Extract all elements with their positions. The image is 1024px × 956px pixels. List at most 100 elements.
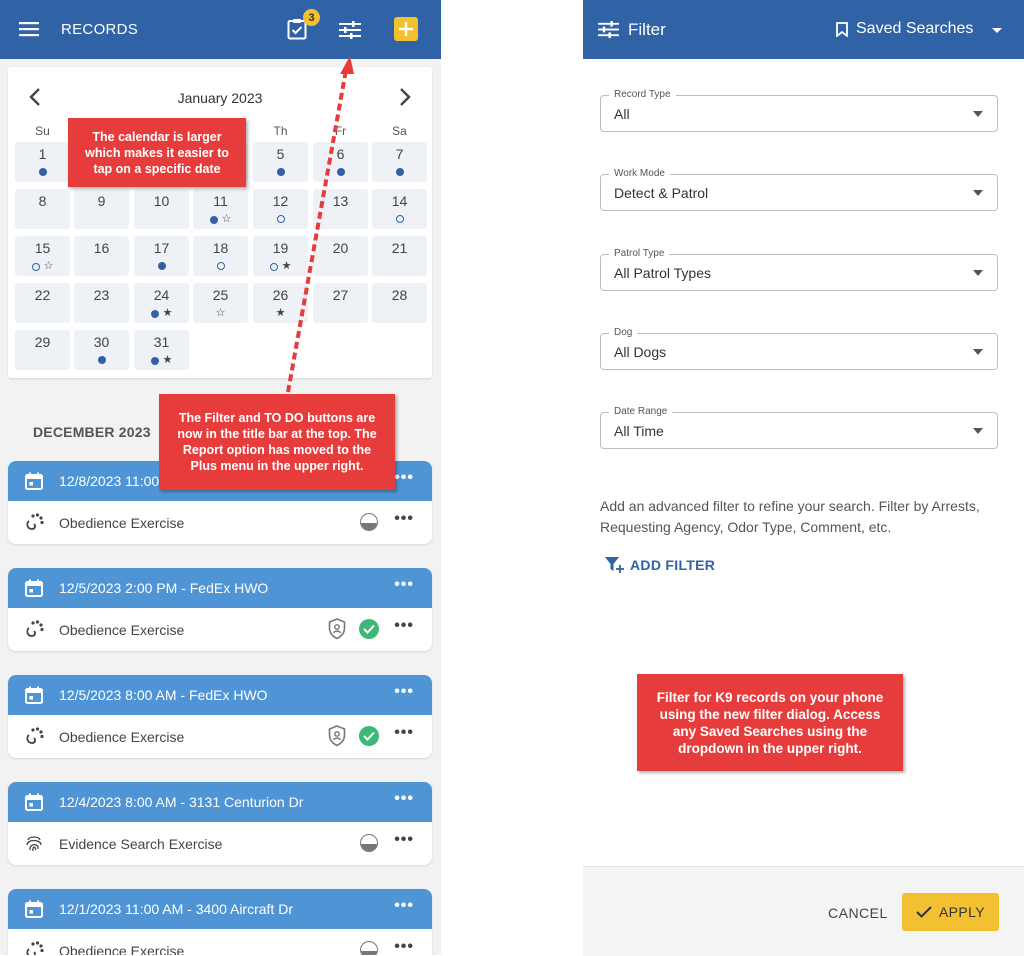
calendar-day[interactable]: 9 — [74, 189, 129, 229]
day-markers — [74, 355, 129, 366]
more-options-icon[interactable]: ••• — [394, 510, 414, 528]
paw-icon — [24, 619, 46, 644]
record-title: 12/1/2023 11:00 AM - 3400 Aircraft Dr — [59, 901, 293, 917]
record-dot-icon — [150, 356, 159, 365]
day-number: 21 — [391, 240, 408, 256]
record-card[interactable]: 12/4/2023 8:00 AM - 3131 Centurion Dr •••… — [8, 782, 432, 865]
caret-down-icon — [973, 190, 983, 196]
record-title: 12/8/2023 11:00 — [59, 473, 160, 489]
calendar-icon — [25, 686, 43, 709]
calendar-day[interactable]: 23 — [74, 283, 129, 323]
calendar-day[interactable]: 1 — [15, 142, 70, 182]
filter-select[interactable]: Patrol Type All Patrol Types — [600, 248, 998, 291]
day-markers — [134, 261, 189, 272]
calendar-day[interactable]: 11 ☆ — [193, 189, 248, 229]
paw-icon — [24, 726, 46, 751]
more-options-icon[interactable]: ••• — [394, 897, 414, 915]
more-options-icon[interactable]: ••• — [394, 831, 414, 849]
apply-button[interactable]: APPLY — [902, 893, 999, 931]
filter-sliders-icon[interactable] — [338, 18, 362, 42]
calendar-day[interactable]: 18 — [193, 236, 248, 276]
filter-select[interactable]: Dog All Dogs — [600, 327, 998, 370]
calendar-day[interactable]: 7 — [372, 142, 427, 182]
dialog-footer: CANCEL APPLY — [583, 866, 1024, 956]
paw-icon — [24, 512, 46, 537]
record-header[interactable]: 12/1/2023 11:00 AM - 3400 Aircraft Dr ••• — [8, 889, 432, 929]
calendar-day[interactable]: 17 — [134, 236, 189, 276]
fingerprint-icon — [24, 833, 44, 858]
caret-down-icon — [973, 428, 983, 434]
more-options-icon[interactable]: ••• — [394, 617, 414, 635]
record-header[interactable]: 12/4/2023 8:00 AM - 3131 Centurion Dr ••• — [8, 782, 432, 822]
day-number: 7 — [395, 146, 404, 162]
day-number: 28 — [391, 287, 408, 303]
record-activity-row[interactable]: Obedience Exercise ••• — [8, 608, 432, 651]
field-label: Record Type — [609, 89, 676, 101]
bookmark-icon[interactable] — [836, 22, 848, 42]
more-options-icon[interactable]: ••• — [394, 790, 414, 808]
day-number: 1 — [38, 146, 47, 162]
more-options-icon[interactable]: ••• — [394, 469, 414, 487]
todo-count-badge: 3 — [303, 9, 320, 26]
filter-select[interactable]: Work Mode Detect & Patrol — [600, 168, 998, 211]
caret-down-icon[interactable] — [992, 28, 1002, 33]
record-card[interactable]: 12/5/2023 8:00 AM - FedEx HWO ••• Obedienc… — [8, 675, 432, 758]
record-card[interactable]: 12/5/2023 2:00 PM - FedEx HWO ••• Obedienc… — [8, 568, 432, 651]
record-header[interactable]: 12/5/2023 2:00 PM - FedEx HWO ••• — [8, 568, 432, 608]
record-ring-icon — [216, 262, 225, 271]
filter-title: Filter — [628, 20, 666, 39]
calendar-day[interactable]: 21 — [372, 236, 427, 276]
activity-label: Obedience Exercise — [59, 943, 185, 955]
record-dot-icon — [209, 215, 218, 224]
saved-searches-dropdown[interactable]: Saved Searches — [856, 20, 973, 38]
record-activity-row[interactable]: Obedience Exercise ••• — [8, 501, 432, 544]
record-activity-row[interactable]: Evidence Search Exercise ••• — [8, 822, 432, 865]
in-progress-status-icon — [360, 834, 378, 852]
add-filter-button[interactable]: ADD FILTER — [605, 556, 715, 574]
calendar-day[interactable]: 29 — [15, 330, 70, 370]
day-number: 22 — [34, 287, 51, 303]
record-activity-row[interactable]: Obedience Exercise ••• — [8, 929, 432, 955]
callout-arrow — [286, 56, 354, 393]
record-card[interactable]: 12/1/2023 11:00 AM - 3400 Aircraft Dr •••… — [8, 889, 432, 955]
filter-select[interactable]: Record Type All — [600, 89, 998, 132]
caret-down-icon — [973, 349, 983, 355]
record-header[interactable]: 12/5/2023 8:00 AM - FedEx HWO ••• — [8, 675, 432, 715]
day-number: 30 — [93, 334, 110, 350]
cancel-button[interactable]: CANCEL — [828, 905, 888, 921]
filter-select[interactable]: Date Range All Time — [600, 406, 998, 449]
calendar-day[interactable]: 30 — [74, 330, 129, 370]
apply-label: APPLY — [938, 904, 986, 920]
more-options-icon[interactable]: ••• — [394, 576, 414, 594]
add-plus-button[interactable] — [394, 17, 418, 41]
calendar-day[interactable]: 22 — [15, 283, 70, 323]
shield-icon — [328, 725, 346, 752]
record-title: 12/5/2023 8:00 AM - FedEx HWO — [59, 687, 268, 703]
activity-label: Obedience Exercise — [59, 622, 185, 638]
filter-sliders-icon — [598, 20, 619, 44]
calendar-day[interactable]: 31 ★ — [134, 330, 189, 370]
calendar-day[interactable]: 15 ☆ — [15, 236, 70, 276]
more-options-icon[interactable]: ••• — [394, 938, 414, 955]
calendar-day[interactable]: 14 — [372, 189, 427, 229]
caret-down-icon — [973, 270, 983, 276]
record-activity-row[interactable]: Obedience Exercise ••• — [8, 715, 432, 758]
field-value: All — [614, 106, 630, 122]
calendar-day[interactable]: 25 ☆ — [193, 283, 248, 323]
month-calendar: January 2023 SuMoTuWeThFrSa1234567891011… — [8, 67, 432, 378]
calendar-day[interactable]: 16 — [74, 236, 129, 276]
paw-icon — [24, 940, 46, 955]
star-icon: ★ — [162, 307, 173, 319]
calendar-day[interactable]: 10 — [134, 189, 189, 229]
calendar-icon — [25, 579, 43, 602]
calendar-day[interactable]: 24 ★ — [134, 283, 189, 323]
calendar-day[interactable]: 8 — [15, 189, 70, 229]
calendar-day[interactable]: 28 — [372, 283, 427, 323]
more-options-icon[interactable]: ••• — [394, 724, 414, 742]
day-markers: ☆ — [193, 214, 248, 225]
more-options-icon[interactable]: ••• — [394, 683, 414, 701]
in-progress-status-icon — [360, 513, 378, 531]
title-bar-callout: The Filter and TO DO buttons are now in … — [159, 394, 395, 490]
menu-icon[interactable] — [18, 19, 40, 39]
chevron-right-icon[interactable] — [398, 87, 412, 112]
